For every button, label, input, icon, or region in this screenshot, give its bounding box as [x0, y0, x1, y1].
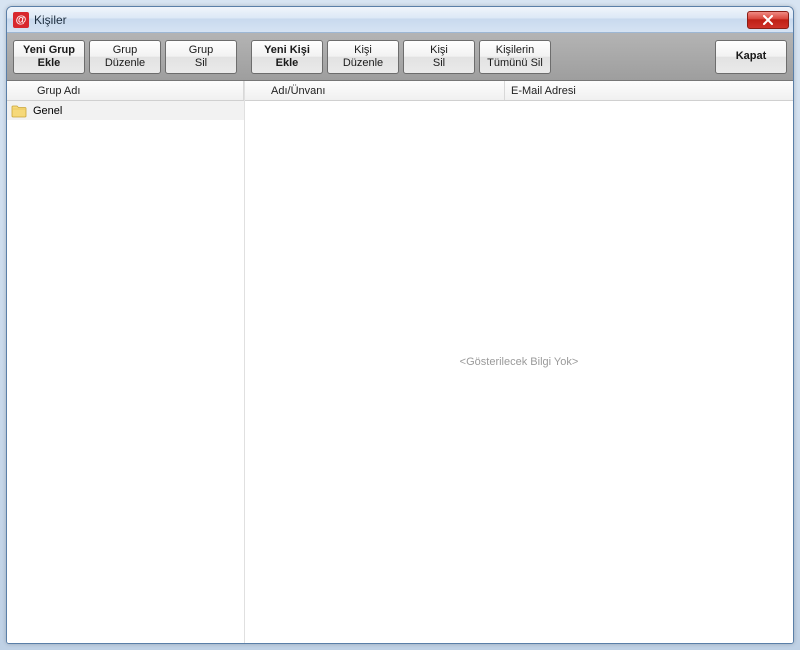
- edit-person-button[interactable]: KişiDüzenle: [327, 40, 399, 74]
- edit-group-button[interactable]: GrupDüzenle: [89, 40, 161, 74]
- delete-person-button[interactable]: KişiSil: [403, 40, 475, 74]
- people-panel: Adı/Ünvanı E-Mail Adresi <Gösterilecek B…: [245, 81, 793, 643]
- groups-column-header: Grup Adı: [7, 81, 244, 101]
- window-close-button[interactable]: [747, 11, 789, 29]
- close-button[interactable]: Kapat: [715, 40, 787, 74]
- content-area: Grup Adı Genel Adı/Ünvanı E-Ma: [7, 81, 793, 643]
- close-icon: [762, 15, 774, 25]
- people-column-header: Adı/Ünvanı E-Mail Adresi: [245, 81, 793, 101]
- groups-panel: Grup Adı Genel: [7, 81, 245, 643]
- window-title: Kişiler: [34, 13, 67, 27]
- new-person-button[interactable]: Yeni KişiEkle: [251, 40, 323, 74]
- folder-icon: [11, 104, 27, 118]
- delete-all-persons-button[interactable]: KişilerinTümünü Sil: [479, 40, 551, 74]
- app-icon: @: [13, 12, 29, 28]
- column-group-name[interactable]: Grup Adı: [31, 81, 244, 100]
- group-row[interactable]: Genel: [7, 101, 244, 121]
- group-name-label: Genel: [33, 105, 62, 117]
- contacts-window: @ Kişiler Yeni GrupEkle GrupDüzenle Grup…: [6, 6, 794, 644]
- delete-group-button[interactable]: GrupSil: [165, 40, 237, 74]
- empty-message: <Gösterilecek Bilgi Yok>: [460, 356, 579, 368]
- titlebar: @ Kişiler: [7, 7, 793, 33]
- toolbar: Yeni GrupEkle GrupDüzenle GrupSil Yeni K…: [7, 33, 793, 81]
- groups-list: Genel: [7, 101, 244, 643]
- column-name-title[interactable]: Adı/Ünvanı: [265, 81, 505, 100]
- new-group-button[interactable]: Yeni GrupEkle: [13, 40, 85, 74]
- column-email[interactable]: E-Mail Adresi: [505, 81, 793, 100]
